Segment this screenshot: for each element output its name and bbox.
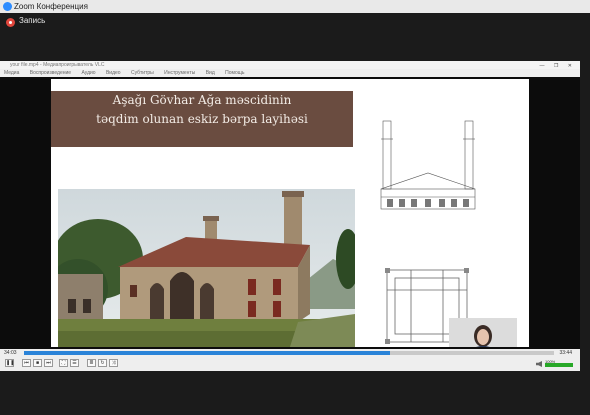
elevation-drawing — [380, 120, 476, 210]
extended-settings-button[interactable]: ☰ — [70, 359, 79, 367]
slide-title-line1: Aşağı Gövhar Ağa məscidinin — [112, 93, 292, 107]
fullscreen-button[interactable]: ⛶ — [59, 359, 68, 367]
window-title: Zoom Конференция — [14, 2, 88, 11]
menu-view[interactable]: Вид — [206, 70, 215, 76]
menu-help[interactable]: Помощь — [225, 70, 244, 76]
recording-bar: Запись — [0, 13, 590, 33]
side-panel — [580, 61, 590, 371]
menu-video[interactable]: Видео — [106, 70, 121, 76]
volume-slider[interactable] — [545, 363, 573, 367]
previous-button[interactable]: ⏮ — [22, 359, 31, 367]
slide-title-line2: təqdim olunan eskiz bərpa layihəsi — [96, 112, 308, 126]
time-total: 33:44 — [559, 350, 572, 356]
seek-bar[interactable] — [24, 351, 554, 355]
speaker-icon[interactable] — [536, 361, 542, 367]
random-button[interactable]: ⤨ — [109, 359, 118, 367]
stop-button[interactable]: ■ — [33, 359, 42, 367]
menu-media[interactable]: Медиа — [4, 70, 19, 76]
menu-tools[interactable]: Инструменты — [164, 70, 195, 76]
shared-screen-player: your file.mp4 - Медиапроигрыватель VLC —… — [0, 61, 580, 371]
playlist-button[interactable]: ≣ — [87, 359, 96, 367]
player-title: your file.mp4 - Медиапроигрыватель VLC — [10, 62, 105, 68]
player-menu-bar: Медиа Воспроизведение Аудио Видео Субтит… — [0, 69, 580, 77]
recording-label[interactable]: Запись — [19, 16, 45, 25]
menu-audio[interactable]: Аудио — [81, 70, 95, 76]
mosque-rendering-image — [58, 189, 355, 347]
presenter-webcam — [449, 318, 517, 347]
slide-title: Aşağı Gövhar Ağa məscidinin təqdim oluna… — [51, 91, 353, 129]
presentation-slide: Aşağı Gövhar Ağa məscidinin təqdim oluna… — [51, 79, 529, 347]
loop-button[interactable]: ↻ — [98, 359, 107, 367]
zoom-logo-icon — [3, 2, 12, 11]
record-icon[interactable] — [6, 18, 15, 27]
next-button[interactable]: ⏭ — [44, 359, 53, 367]
time-elapsed: 34:03 — [4, 350, 17, 356]
player-title-bar: your file.mp4 - Медиапроигрыватель VLC —… — [0, 61, 580, 69]
pause-button[interactable]: ❚❚ — [5, 359, 14, 367]
zoom-title-bar: Zoom Конференция — [0, 0, 590, 13]
seek-progress — [24, 351, 390, 355]
video-area: Aşağı Gövhar Ağa məscidinin təqdim oluna… — [0, 77, 580, 349]
menu-playback[interactable]: Воспроизведение — [30, 70, 71, 76]
menu-subtitles[interactable]: Субтитры — [131, 70, 154, 76]
player-controls: 34:03 33:44 ❚❚ ⏮ ■ ⏭ ⛶ ☰ ≣ ↻ ⤨ 100% — [0, 349, 580, 371]
volume-level — [545, 363, 573, 367]
